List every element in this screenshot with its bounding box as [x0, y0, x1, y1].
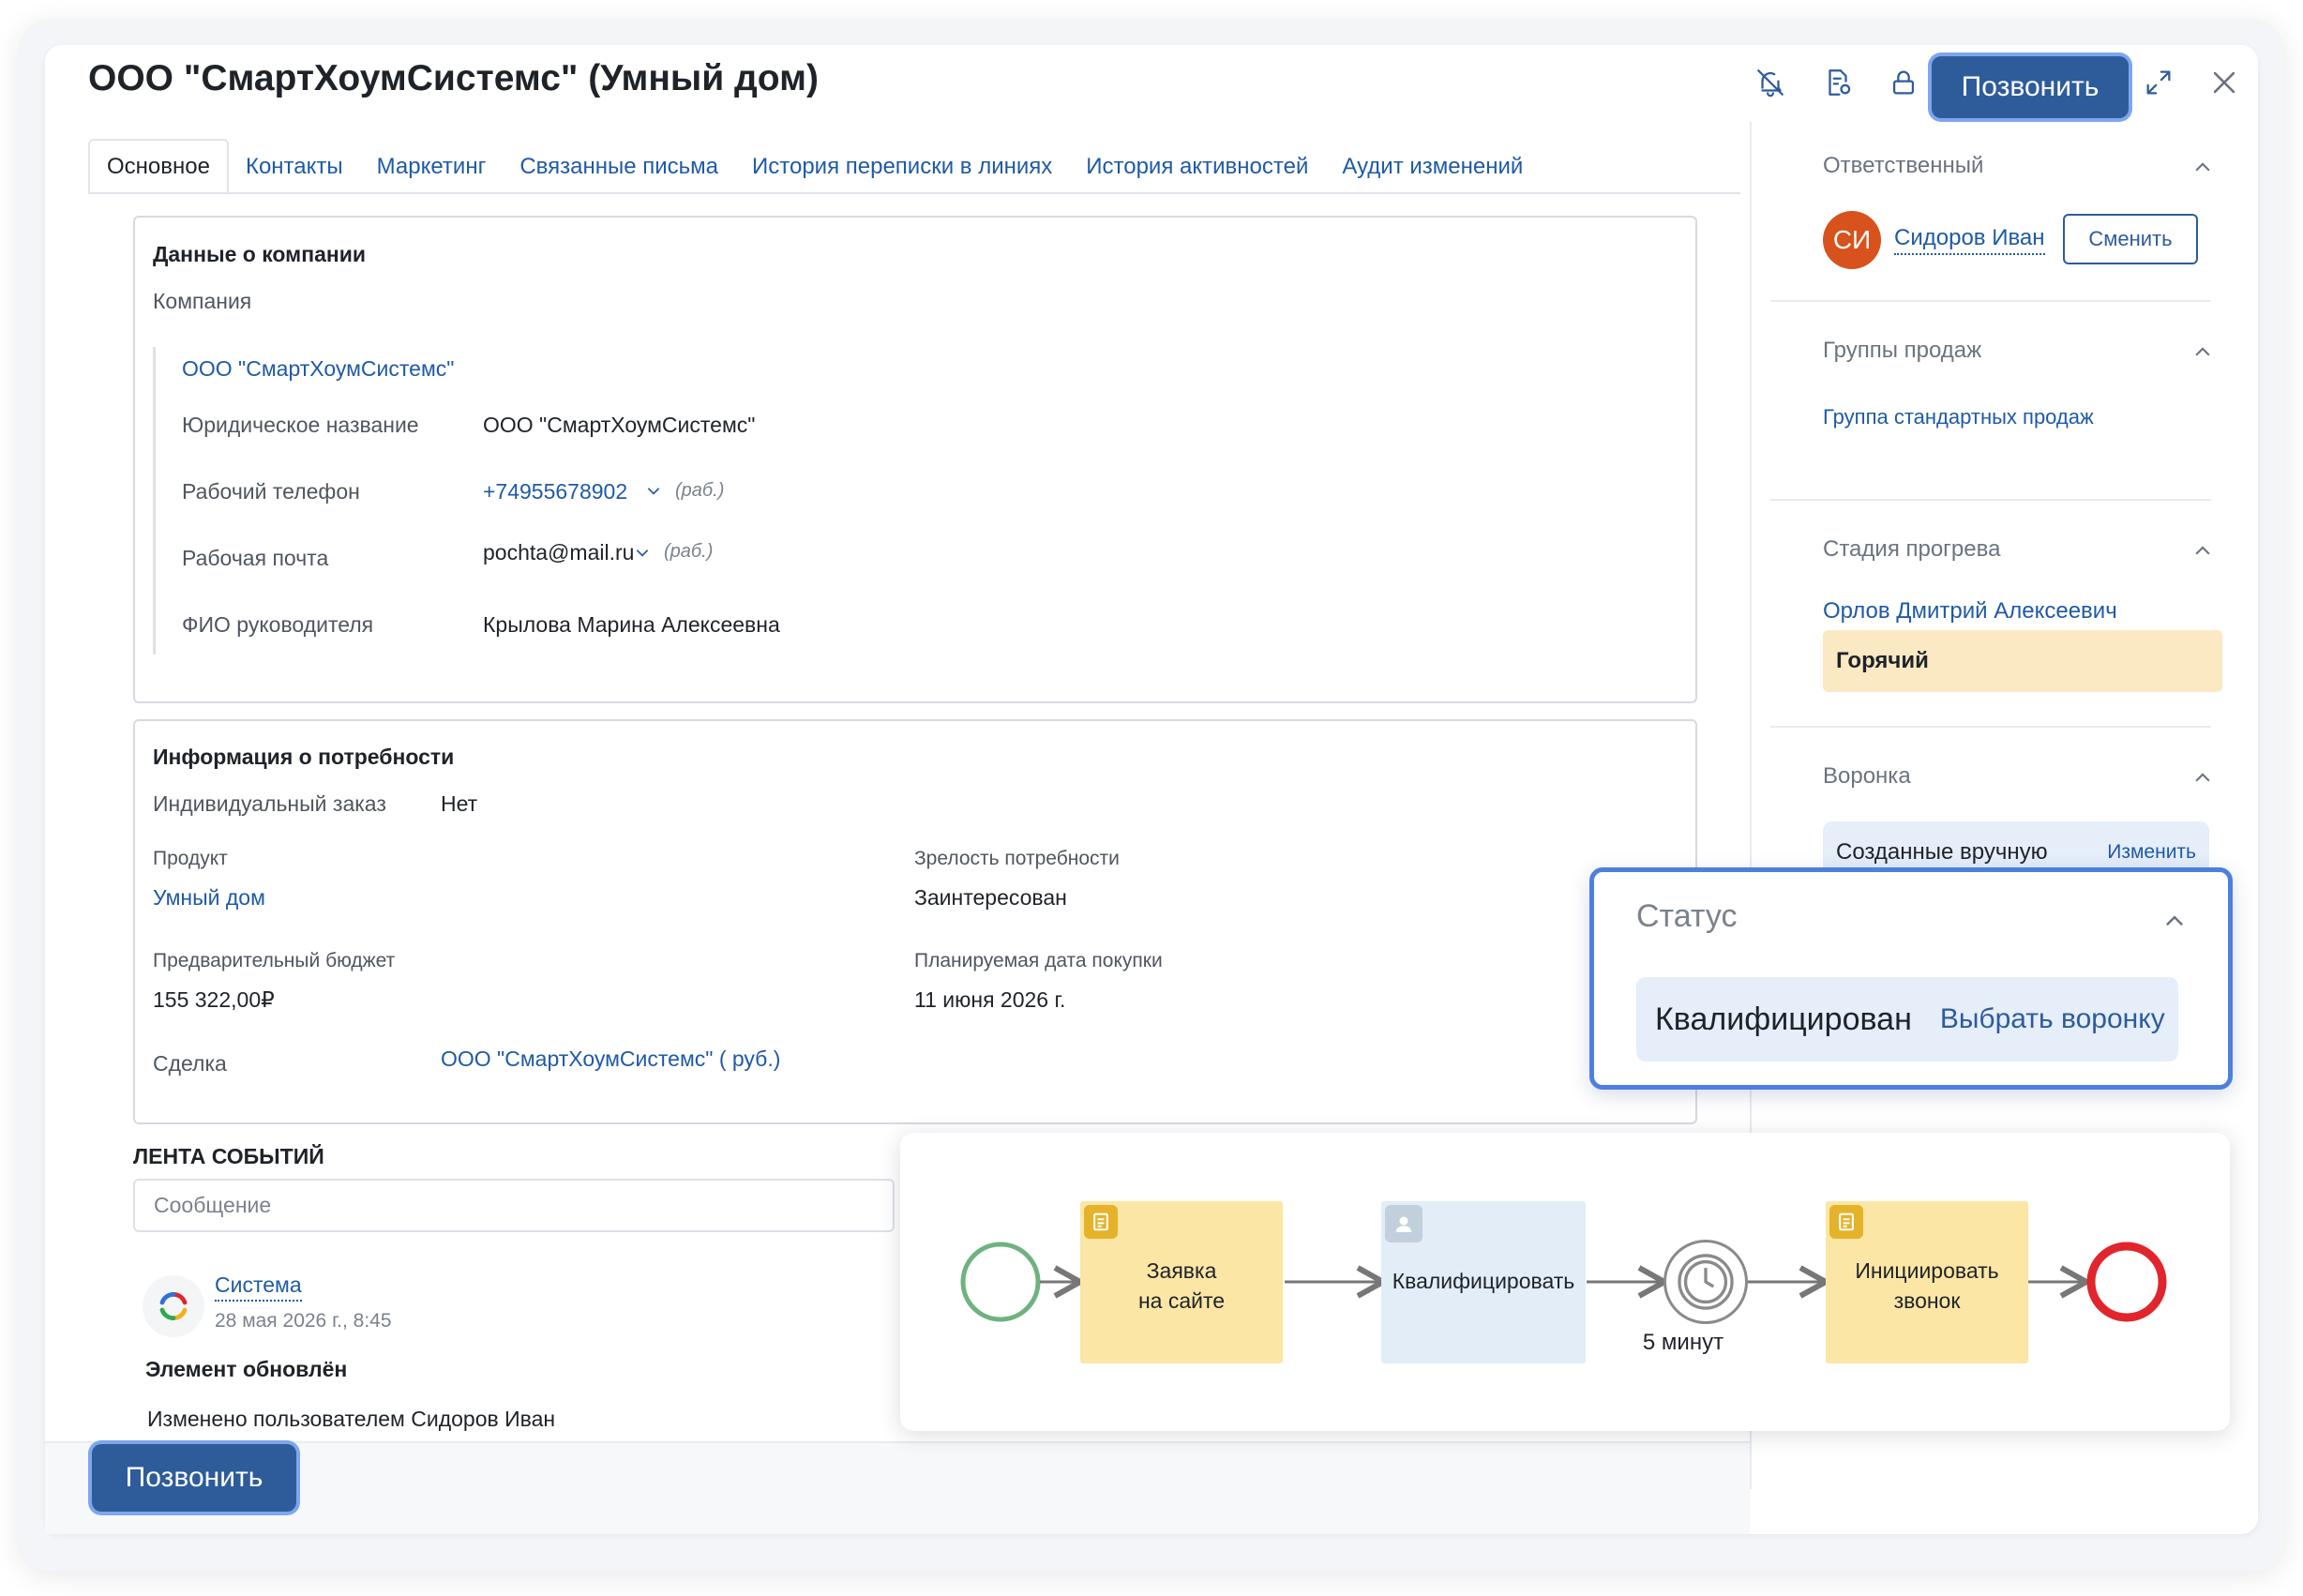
- tab-divider: [88, 192, 1740, 194]
- product-value[interactable]: Умный дом: [153, 885, 265, 911]
- task-qualify-label: Квалифицировать: [1392, 1269, 1575, 1293]
- company-label: Компания: [153, 289, 252, 313]
- funnel-title: Воронка: [1823, 763, 1911, 789]
- tab-change-audit[interactable]: Аудит изменений: [1325, 139, 1540, 195]
- chevron-down-icon[interactable]: [634, 544, 651, 561]
- phone-tag: (раб.): [675, 480, 725, 501]
- head-value: Крылова Марина Алексеевна: [483, 612, 780, 637]
- deal-label: Сделка: [153, 1051, 227, 1076]
- sales-group-value[interactable]: Группа стандартных продаж: [1823, 405, 2094, 429]
- funnel-change-link[interactable]: Изменить: [2107, 841, 2196, 864]
- budget-label: Предварительный бюджет: [153, 950, 396, 971]
- company-group-line: [153, 347, 156, 655]
- company-link[interactable]: ООО "СмартХоумСистемс": [182, 356, 454, 382]
- bell-off-icon[interactable]: [1748, 60, 1793, 105]
- chevron-up-icon[interactable]: [2192, 768, 2213, 789]
- sidebar-divider: [1770, 300, 2211, 302]
- individual-order-label: Индивидуальный заказ: [153, 791, 386, 816]
- status-value: Квалифицирован: [1655, 1001, 1912, 1037]
- responsible-name[interactable]: Сидоров Иван: [1894, 225, 2045, 255]
- task-application[interactable]: Заявка на сайте: [1080, 1201, 1283, 1363]
- chevron-down-icon[interactable]: [645, 482, 662, 499]
- purchase-date-value: 11 июня 2026 г.: [914, 987, 1066, 1012]
- choose-funnel-link[interactable]: Выбрать воронку: [1940, 1003, 2165, 1035]
- email-tag: (раб.): [664, 541, 714, 562]
- end-event: [2086, 1242, 2167, 1322]
- chevron-up-icon[interactable]: [2192, 158, 2213, 178]
- document-settings-icon[interactable]: [1815, 60, 1860, 105]
- expand-icon[interactable]: [2136, 60, 2181, 105]
- tab-contacts[interactable]: Контакты: [229, 139, 360, 195]
- chevron-up-icon[interactable]: [2192, 541, 2213, 562]
- feed-title: ЛЕНТА СОБЫТИЙ: [133, 1144, 324, 1168]
- task-initiate-call-label: Инициировать звонок: [1855, 1258, 1999, 1313]
- maturity-value: Заинтересован: [914, 885, 1067, 910]
- call-button-header[interactable]: Позвонить: [1932, 56, 2129, 118]
- status-card: Статус Квалифицирован Выбрать воронку: [1589, 867, 2233, 1090]
- email-value[interactable]: pochta@mail.ru: [483, 540, 634, 565]
- need-section: [133, 719, 1697, 1124]
- feed-event-title: Элемент обновлён: [145, 1357, 348, 1381]
- tab-related-emails[interactable]: Связанные письма: [503, 139, 735, 195]
- task-application-label: Заявка на сайте: [1137, 1258, 1226, 1313]
- lock-icon[interactable]: [1881, 60, 1926, 105]
- system-logo-icon: [143, 1275, 204, 1337]
- timer-icon[interactable]: [1663, 1240, 1748, 1324]
- start-event: [960, 1242, 1041, 1322]
- user-icon: [1385, 1205, 1422, 1242]
- head-label: ФИО руководителя: [182, 612, 374, 637]
- feed-author[interactable]: Система: [215, 1272, 302, 1302]
- product-label: Продукт: [153, 848, 228, 869]
- tab-marketing[interactable]: Маркетинг: [360, 139, 504, 195]
- call-button-footer[interactable]: Позвонить: [92, 1444, 296, 1512]
- warmup-value[interactable]: Горячий: [1823, 630, 2222, 692]
- sales-groups-title: Группы продаж: [1823, 338, 1982, 363]
- document-icon: [1084, 1205, 1118, 1239]
- tab-bar: Основное Контакты Маркетинг Связанные пи…: [88, 139, 1540, 195]
- budget-value: 155 322,00₽: [153, 987, 275, 1012]
- legal-name-value: ООО "СмартХоумСистемс": [483, 413, 756, 437]
- warmup-title: Стадия прогрева: [1823, 536, 2001, 562]
- maturity-label: Зрелость потребности: [914, 848, 1120, 869]
- chevron-up-icon[interactable]: [2192, 342, 2213, 363]
- company-section-title: Данные о компании: [153, 242, 367, 266]
- warmup-person[interactable]: Орлов Дмитрий Алексеевич: [1823, 598, 2117, 625]
- tab-line-history[interactable]: История переписки в линиях: [735, 139, 1069, 195]
- email-label: Рабочая почта: [182, 546, 329, 570]
- message-input[interactable]: Сообщение: [133, 1179, 895, 1232]
- sidebar-divider: [1770, 726, 2211, 728]
- close-icon[interactable]: [2202, 60, 2247, 105]
- avatar: СИ: [1823, 211, 1881, 269]
- process-diagram: Заявка на сайте Квалифицировать 5 минут …: [900, 1133, 2230, 1431]
- individual-order-value: Нет: [441, 791, 478, 816]
- footer-bar: [45, 1441, 1750, 1534]
- feed-date: 28 мая 2026 г., 8:45: [215, 1310, 392, 1332]
- task-initiate-call[interactable]: Инициировать звонок: [1826, 1201, 2028, 1363]
- chevron-up-icon[interactable]: [2162, 910, 2187, 934]
- need-section-title: Информация о потребности: [153, 745, 455, 769]
- deal-value[interactable]: ООО "СмартХоумСистемс" ( руб.): [441, 1046, 780, 1072]
- sidebar-divider: [1770, 499, 2211, 501]
- phone-value[interactable]: +74955678902: [483, 479, 627, 504]
- status-title: Статус: [1636, 898, 1738, 934]
- change-responsible-button[interactable]: Сменить: [2063, 214, 2198, 264]
- funnel-value: Созданные вручную: [1836, 839, 2048, 865]
- task-qualify[interactable]: Квалифицировать: [1381, 1201, 1586, 1363]
- page-title: ООО "СмартХоумСистемс" (Умный дом): [88, 58, 819, 98]
- phone-label: Рабочий телефон: [182, 479, 360, 504]
- tab-activity-history[interactable]: История активностей: [1069, 139, 1325, 195]
- tab-main[interactable]: Основное: [88, 139, 229, 195]
- document-icon: [1829, 1205, 1863, 1239]
- purchase-date-label: Планируемая дата покупки: [914, 950, 1163, 971]
- status-pill: Квалифицирован Выбрать воронку: [1636, 977, 2178, 1061]
- feed-event-text: Изменено пользователем Сидоров Иван: [147, 1407, 556, 1431]
- timer-label: 5 минут: [1642, 1330, 1724, 1355]
- responsible-title: Ответственный: [1823, 153, 1984, 178]
- legal-name-label: Юридическое название: [182, 413, 419, 437]
